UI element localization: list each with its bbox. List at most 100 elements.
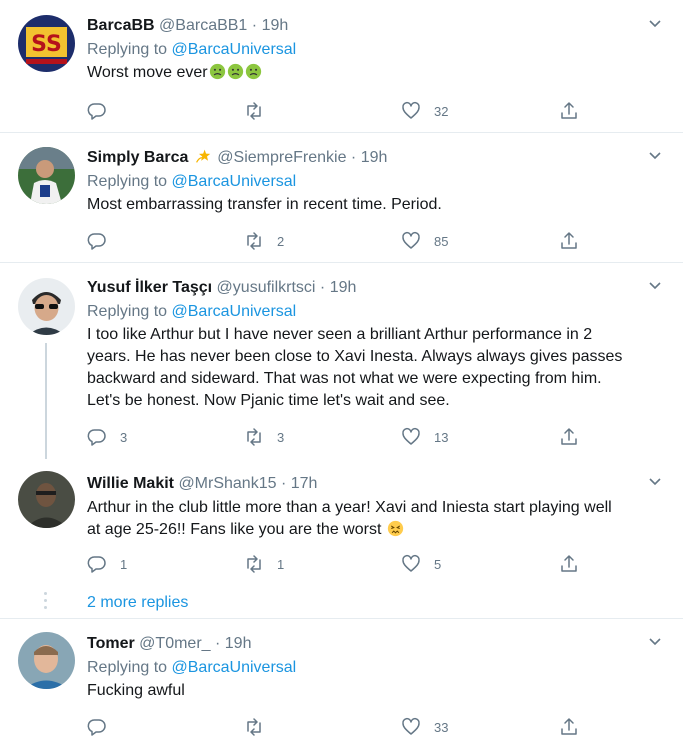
share-button[interactable]: [559, 715, 579, 739]
share-button[interactable]: [559, 425, 579, 449]
author-handle[interactable]: @SiempreFrenkie: [217, 149, 346, 166]
tweet[interactable]: SS BarcaBB @BarcaBB1 · 19h Replying to @…: [0, 0, 683, 133]
reply-button[interactable]: 1: [87, 552, 127, 576]
reply-icon: [87, 233, 106, 250]
heart-icon: [402, 232, 420, 249]
replying-to: Replying to @BarcaUniversal: [87, 301, 663, 323]
share-icon: [561, 718, 577, 735]
replies-timeline: SS BarcaBB @BarcaBB1 · 19h Replying to @…: [0, 0, 683, 750]
retweet-button[interactable]: 2: [244, 229, 284, 253]
reply-button[interactable]: 3: [87, 425, 127, 449]
share-button[interactable]: [559, 99, 579, 123]
like-button[interactable]: 33: [401, 715, 448, 739]
separator-dot: ·: [319, 279, 326, 296]
tweet-actions: 3 3 13: [87, 425, 587, 449]
tweet-text: Fucking awful: [87, 682, 185, 699]
tweet-header: Tomer @T0mer_ · 19h: [87, 632, 663, 656]
like-button[interactable]: 85: [401, 229, 448, 253]
retweet-button[interactable]: [244, 99, 277, 123]
timestamp[interactable]: 19h: [262, 17, 289, 34]
nauseated-face-icon: [245, 63, 261, 80]
reply-icon: [87, 429, 106, 446]
mention-link[interactable]: @BarcaUniversal: [172, 173, 297, 190]
author-name[interactable]: Yusuf İlker Taşçı: [87, 279, 212, 296]
like-count: 5: [434, 556, 442, 572]
author-name[interactable]: Willie Makit: [87, 475, 174, 492]
tweet-text-line: at age 25-26!! Fans like you are the wor…: [87, 519, 663, 541]
retweet-button[interactable]: 1: [244, 552, 284, 576]
retweet-icon: [247, 232, 261, 250]
like-button[interactable]: 5: [401, 552, 441, 576]
retweet-icon: [247, 555, 261, 573]
retweet-icon: [247, 718, 261, 736]
author-handle[interactable]: @T0mer_: [139, 635, 210, 652]
share-icon: [561, 555, 577, 572]
chevron-down-icon[interactable]: [647, 16, 663, 32]
reply-button[interactable]: [87, 99, 120, 123]
chevron-down-icon[interactable]: [647, 474, 663, 490]
tweet-text: Arthur in the club little more than a ye…: [87, 497, 663, 541]
tweet-header: Willie Makit @MrShank15 · 17h: [87, 472, 663, 496]
tweet[interactable]: Yusuf İlker Taşçı @yusufilkrtsci · 19h R…: [0, 263, 683, 459]
avatar[interactable]: [18, 632, 75, 689]
retweet-button[interactable]: 3: [244, 425, 284, 449]
timestamp[interactable]: 19h: [361, 149, 388, 166]
author-name[interactable]: BarcaBB: [87, 17, 155, 34]
retweet-button[interactable]: [244, 715, 277, 739]
thread-more-dots: [44, 592, 48, 613]
share-button[interactable]: [559, 552, 579, 576]
avatar[interactable]: SS: [18, 15, 75, 72]
mention-link[interactable]: @BarcaUniversal: [172, 303, 297, 320]
avatar[interactable]: [18, 147, 75, 204]
replying-to-label: Replying to: [87, 41, 168, 58]
reply-icon: [87, 556, 106, 573]
tweet[interactable]: Willie Makit @MrShank15 · 17h Arthur in …: [0, 457, 683, 583]
share-icon: [561, 232, 577, 249]
tweet-text-line: Arthur in the club little more than a ye…: [87, 499, 612, 516]
retweet-count: 2: [277, 233, 285, 249]
author-handle[interactable]: @yusufilkrtsci: [217, 279, 316, 296]
like-button[interactable]: 32: [401, 99, 448, 123]
share-button[interactable]: [559, 229, 579, 253]
replying-to: Replying to @BarcaUniversal: [87, 657, 663, 679]
timestamp[interactable]: 17h: [291, 475, 318, 492]
chevron-down-icon[interactable]: [647, 148, 663, 164]
retweet-icon: [247, 102, 261, 120]
more-replies-link[interactable]: 2 more replies: [87, 593, 188, 613]
reply-icon: [87, 103, 106, 120]
tweet[interactable]: Simply Barca @SiempreFrenkie · 19h Reply…: [0, 133, 683, 263]
tweet-header: BarcaBB @BarcaBB1 · 19h: [87, 14, 663, 38]
avatar[interactable]: [18, 278, 75, 335]
show-more-replies[interactable]: 2 more replies: [0, 583, 683, 619]
retweet-count: 1: [277, 556, 285, 572]
author-name[interactable]: Simply Barca: [87, 149, 188, 166]
replying-to: Replying to @BarcaUniversal: [87, 171, 663, 193]
author-handle[interactable]: @MrShank15: [178, 475, 276, 492]
share-icon: [561, 428, 577, 445]
like-count: 13: [434, 429, 449, 445]
timestamp[interactable]: 19h: [330, 279, 357, 296]
mention-link[interactable]: @BarcaUniversal: [172, 659, 297, 676]
reply-button[interactable]: [87, 229, 120, 253]
mention-link[interactable]: @BarcaUniversal: [172, 41, 297, 58]
chevron-down-icon[interactable]: [647, 634, 663, 650]
tweet[interactable]: Tomer @T0mer_ · 19h Replying to @BarcaUn…: [0, 619, 683, 750]
like-button[interactable]: 13: [401, 425, 448, 449]
tweet-text: Most embarrassing transfer in recent tim…: [87, 196, 442, 213]
like-count: 32: [434, 103, 449, 119]
author-name[interactable]: Tomer: [87, 635, 135, 652]
reply-button[interactable]: [87, 715, 120, 739]
tweet-text: Worst move ever: [87, 62, 663, 84]
tweet-text-line: years. He has never been close to Xavi I…: [87, 348, 623, 365]
heart-icon: [402, 718, 420, 735]
dizzy-star-icon: [195, 149, 211, 163]
separator-dot: ·: [215, 635, 221, 652]
timestamp[interactable]: 19h: [225, 635, 252, 652]
avatar[interactable]: [18, 471, 75, 528]
author-handle[interactable]: @BarcaBB1: [159, 17, 247, 34]
replying-to: Replying to @BarcaUniversal: [87, 39, 663, 61]
tweet-text: I too like Arthur but I have never seen …: [87, 324, 663, 412]
confounded-face-icon: [387, 520, 403, 537]
heart-icon: [402, 102, 420, 119]
chevron-down-icon[interactable]: [647, 278, 663, 294]
